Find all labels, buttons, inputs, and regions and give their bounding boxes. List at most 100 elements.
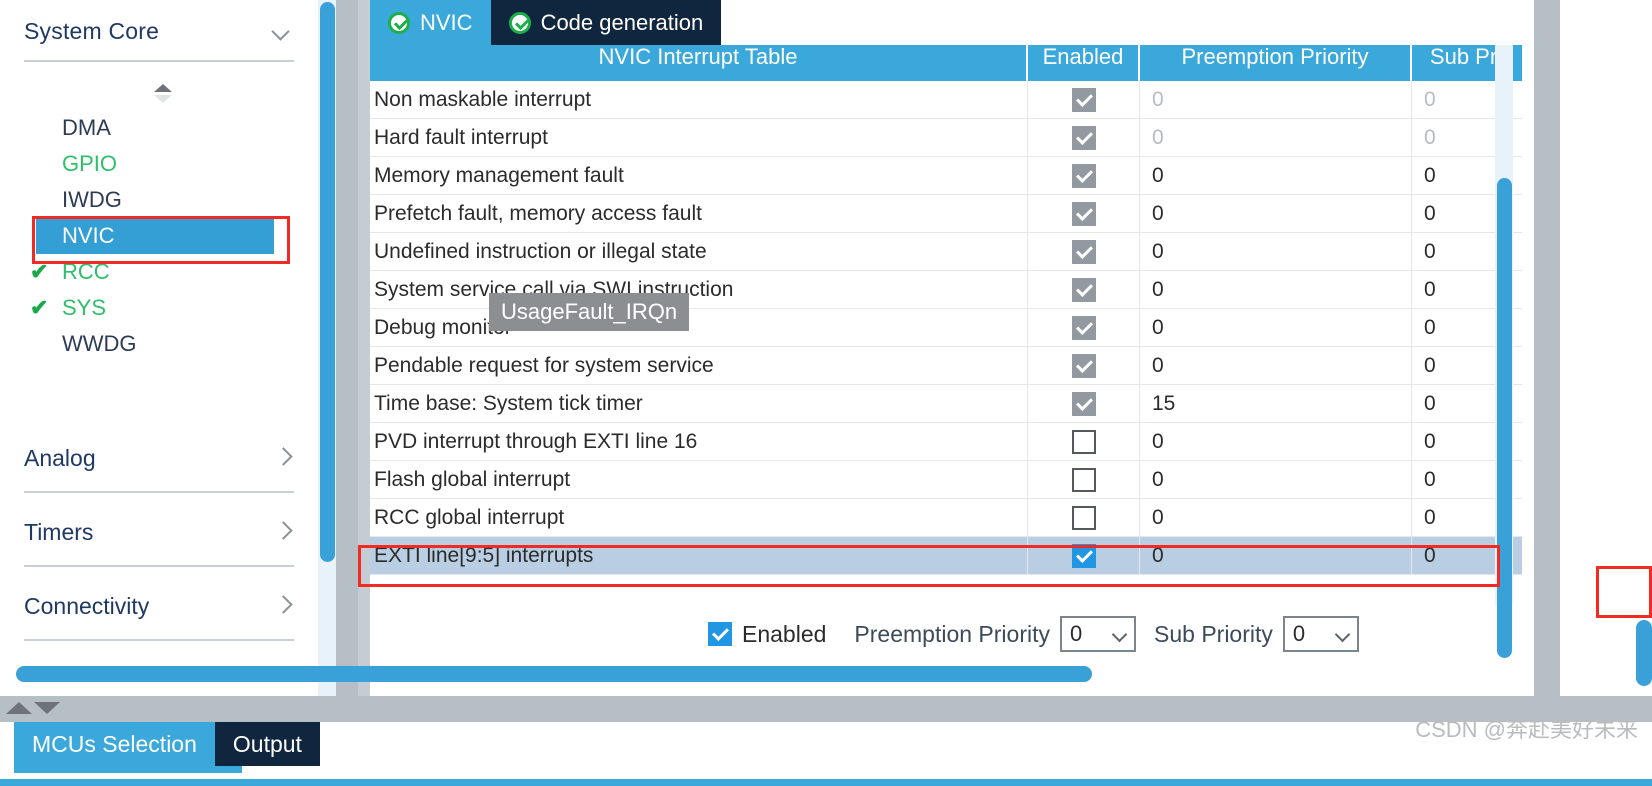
panel-splitter[interactable] <box>0 696 1652 722</box>
row-enabled-checkbox[interactable] <box>1071 239 1096 264</box>
chevron-right-icon[interactable] <box>274 521 294 541</box>
tab-output[interactable]: Output <box>214 722 320 766</box>
preemption-priority-cell[interactable]: 0 <box>1140 80 1412 119</box>
sidebar-group-analog[interactable]: Analog <box>24 445 294 493</box>
preemption-priority-cell[interactable]: 0 <box>1140 498 1412 537</box>
row-enabled-checkbox[interactable] <box>1071 353 1096 378</box>
sub-priority-label: Sub Priority <box>1154 620 1273 647</box>
preemption-priority-cell[interactable]: 0 <box>1140 156 1412 195</box>
table-hscrollbar-thumb[interactable] <box>16 666 1092 682</box>
sidebar-item-label: WWDG <box>62 331 137 356</box>
chevron-right-icon[interactable] <box>274 595 294 615</box>
row-enabled-checkbox[interactable] <box>1071 277 1096 302</box>
row-enabled-checkbox[interactable] <box>1071 201 1096 226</box>
preemption-priority-cell[interactable]: 0 <box>1140 422 1412 461</box>
preemption-priority-select[interactable]: 0 <box>1060 616 1136 652</box>
column-header-preemption-priority[interactable]: Preemption Priority <box>1140 45 1412 81</box>
tab-code-generation[interactable]: Code generation <box>490 0 722 45</box>
row-enabled-checkbox[interactable] <box>1071 505 1096 530</box>
sidebar-group-timers[interactable]: Timers <box>24 519 294 567</box>
sidebar-item-iwdg[interactable]: IWDG <box>0 182 318 218</box>
tab-label: NVIC <box>420 9 473 35</box>
interrupt-name: Hard fault interrupt <box>370 118 1028 157</box>
chevron-down-icon <box>1112 629 1128 639</box>
enabled-cell[interactable] <box>1028 498 1140 537</box>
preemption-priority-cell[interactable]: 0 <box>1140 536 1412 575</box>
table-row[interactable]: PVD interrupt through EXTI line 16 0 0 <box>370 422 1522 461</box>
preemption-priority-cell[interactable]: 0 <box>1140 118 1412 157</box>
enabled-cell[interactable] <box>1028 270 1140 309</box>
table-row[interactable]: RCC global interrupt 0 0 <box>370 498 1522 537</box>
row-enabled-checkbox[interactable] <box>1071 163 1096 188</box>
preemption-priority-cell[interactable]: 0 <box>1140 270 1412 309</box>
preemption-priority-cell[interactable]: 0 <box>1140 460 1412 499</box>
preemption-priority-cell[interactable]: 0 <box>1140 346 1412 385</box>
tab-nvic[interactable]: NVIC <box>370 0 491 45</box>
triangle-down-icon[interactable] <box>34 702 60 714</box>
table-row[interactable]: Prefetch fault, memory access fault 0 0 <box>370 194 1522 233</box>
enabled-cell[interactable] <box>1028 346 1140 385</box>
column-header-enabled[interactable]: Enabled <box>1028 45 1140 81</box>
enabled-cell[interactable] <box>1028 384 1140 423</box>
table-row[interactable]: Hard fault interrupt 0 0 <box>370 118 1522 157</box>
sidebar-item-rcc[interactable]: ✔ RCC <box>0 254 318 290</box>
enabled-cell[interactable] <box>1028 194 1140 233</box>
preemption-priority-cell[interactable]: 0 <box>1140 308 1412 347</box>
sidebar-item-dma[interactable]: DMA <box>0 110 318 146</box>
enabled-cell[interactable] <box>1028 422 1140 461</box>
enabled-cell[interactable] <box>1028 460 1140 499</box>
table-vscrollbar-thumb[interactable] <box>1497 178 1512 658</box>
triangle-up-icon[interactable] <box>6 702 32 714</box>
sidebar-header-system-core[interactable]: System Core <box>24 18 294 62</box>
interrupt-name: System service call via SWI instruction <box>370 270 1028 309</box>
row-enabled-checkbox[interactable] <box>1071 429 1096 454</box>
enabled-cell[interactable] <box>1028 156 1140 195</box>
table-row[interactable]: EXTI line[9:5] interrupts 0 0 <box>370 536 1522 575</box>
sidebar-scrollbar-thumb[interactable] <box>320 2 335 562</box>
sidebar-group-connectivity[interactable]: Connectivity <box>24 593 294 641</box>
column-header-name[interactable]: NVIC Interrupt Table <box>370 45 1028 81</box>
table-row[interactable]: Pendable request for system service 0 0 <box>370 346 1522 385</box>
check-icon: ✔ <box>30 259 49 284</box>
interrupt-name: EXTI line[9:5] interrupts <box>370 536 1028 575</box>
sort-updown-icon[interactable] <box>154 82 180 108</box>
table-row[interactable]: Memory management fault 0 0 <box>370 156 1522 195</box>
enabled-cell[interactable] <box>1028 118 1140 157</box>
table-row[interactable]: Time base: System tick timer 15 0 <box>370 384 1522 423</box>
row-enabled-checkbox[interactable] <box>1071 87 1096 112</box>
enabled-cell[interactable] <box>1028 308 1140 347</box>
preemption-priority-cell[interactable]: 0 <box>1140 194 1412 233</box>
enabled-cell[interactable] <box>1028 536 1140 575</box>
sidebar-item-nvic[interactable]: NVIC <box>36 218 274 254</box>
row-enabled-checkbox[interactable] <box>1071 315 1096 340</box>
tab-mcus-selection[interactable]: MCUs Selection <box>14 722 215 766</box>
interrupt-name: PVD interrupt through EXTI line 16 <box>370 422 1028 461</box>
sidebar-item-gpio[interactable]: GPIO <box>0 146 318 182</box>
row-enabled-checkbox[interactable] <box>1071 467 1096 492</box>
sidebar-item-label: DMA <box>62 115 111 140</box>
chevron-down-icon[interactable] <box>272 24 294 38</box>
app-window: System Core DMA GPIO IWDG NVIC ✔ RCC ✔ S… <box>0 0 1652 786</box>
sidebar-item-wwdg[interactable]: WWDG <box>0 326 318 362</box>
enabled-checkbox[interactable] <box>708 622 732 646</box>
table-row[interactable]: Non maskable interrupt 0 0 <box>370 80 1522 119</box>
window-vscrollbar-thumb[interactable] <box>1636 620 1652 686</box>
enabled-cell[interactable] <box>1028 80 1140 119</box>
table-row[interactable]: Undefined instruction or illegal state 0 0 <box>370 232 1522 271</box>
chevron-right-icon[interactable] <box>274 447 294 467</box>
preemption-priority-cell[interactable]: 0 <box>1140 232 1412 271</box>
chevron-down-icon <box>1335 629 1351 639</box>
bottom-tabbar: MCUs Selection Output <box>14 722 320 766</box>
row-enabled-checkbox[interactable] <box>1071 543 1096 568</box>
sidebar-item-sys[interactable]: ✔ SYS <box>0 290 318 326</box>
check-circle-icon <box>388 11 410 34</box>
preemption-priority-cell[interactable]: 15 <box>1140 384 1412 423</box>
sidebar-item-label: GPIO <box>62 151 118 176</box>
check-icon <box>30 153 52 175</box>
table-row[interactable]: Flash global interrupt 0 0 <box>370 460 1522 499</box>
bottom-bar: MCUs Selection Output <box>0 722 1652 786</box>
row-enabled-checkbox[interactable] <box>1071 125 1096 150</box>
row-enabled-checkbox[interactable] <box>1071 391 1096 416</box>
sub-priority-select[interactable]: 0 <box>1282 616 1359 652</box>
enabled-cell[interactable] <box>1028 232 1140 271</box>
